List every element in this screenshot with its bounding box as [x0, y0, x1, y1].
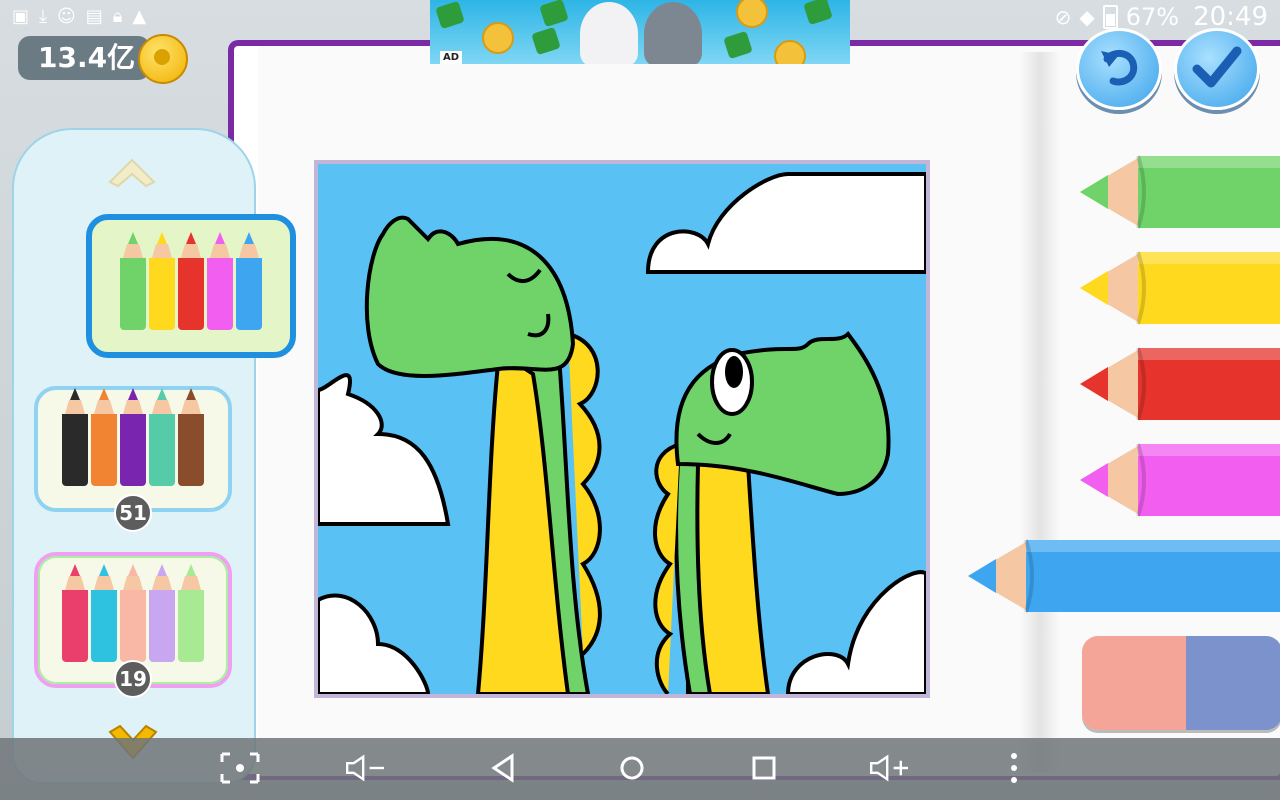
home-icon[interactable] — [608, 748, 656, 788]
check-icon — [1192, 46, 1242, 88]
eraser-button[interactable] — [1082, 636, 1280, 730]
coin-amount: 13.4亿 — [18, 36, 150, 80]
system-indicators: ⊘ ◆ 67% 20:49 — [1055, 2, 1268, 32]
ad-block-icon — [539, 0, 569, 28]
palette-pencil — [149, 562, 175, 662]
palette-pencil — [120, 562, 146, 662]
palette-pencil — [91, 562, 117, 662]
palette-pencil — [120, 386, 146, 486]
no-disturb-icon: ⊘ — [1054, 5, 1072, 29]
ad-tag: AD — [440, 51, 463, 64]
ad-coin-icon — [482, 22, 514, 54]
ad-block-icon — [803, 0, 833, 26]
ad-block-icon — [531, 26, 561, 56]
more-icon[interactable] — [990, 748, 1038, 788]
image-icon: ▣ — [12, 6, 30, 27]
back-icon[interactable] — [480, 748, 528, 788]
done-button[interactable] — [1174, 28, 1260, 110]
warning-icon: ▲ — [132, 6, 147, 27]
palette-set-basic[interactable] — [86, 214, 296, 358]
ad-block-icon — [435, 0, 465, 30]
app-icon: ☺ — [56, 6, 76, 27]
chevron-up-icon[interactable] — [106, 154, 158, 190]
recents-icon[interactable] — [740, 748, 788, 788]
clock: 20:49 — [1193, 2, 1268, 32]
palette-badge: 51 — [114, 494, 152, 532]
app-icon: ▤ — [85, 6, 103, 27]
book-spine — [1020, 52, 1060, 772]
palette-pencil — [120, 230, 146, 330]
pencil-pink[interactable] — [1078, 440, 1280, 518]
dinosaur-drawing — [318, 172, 926, 694]
pencil-blue[interactable] — [966, 536, 1280, 614]
undo-button[interactable] — [1076, 28, 1162, 110]
talking-angela-icon — [580, 2, 638, 64]
ad-banner[interactable]: AD — [430, 0, 850, 64]
palette-pencil — [149, 386, 175, 486]
coin-counter: 13.4亿 — [18, 34, 188, 84]
undo-icon — [1101, 50, 1138, 86]
coin-icon — [138, 34, 188, 84]
palette-pencil — [62, 562, 88, 662]
ad-block-icon — [723, 30, 753, 60]
pencil-red[interactable] — [1078, 344, 1280, 422]
ad-coin-icon — [736, 0, 768, 28]
navigation-bar — [0, 738, 1280, 800]
palette-pencil — [207, 230, 233, 330]
battery-percent: 67% — [1125, 3, 1180, 31]
wifi-icon: ◆ — [1079, 5, 1095, 29]
pencil-green[interactable] — [1078, 152, 1280, 230]
palette-pencil — [178, 386, 204, 486]
volume-down-icon[interactable] — [344, 748, 392, 788]
talking-tom-icon — [644, 2, 702, 64]
palette-badge: 19 — [114, 660, 152, 698]
ad-coin-icon — [774, 40, 806, 64]
palette-pencil — [62, 386, 88, 486]
palette-pencil — [91, 386, 117, 486]
lock-icon: 🔒︎ — [112, 6, 123, 27]
screenshot-icon[interactable] — [216, 748, 264, 788]
notification-icons: ▣ ⤓ ☺ ▤ 🔒︎ ▲ — [12, 6, 146, 28]
palette-pencil — [149, 230, 175, 330]
palette-pencil — [178, 230, 204, 330]
eraser-blue — [1186, 636, 1280, 730]
palette-pencil — [178, 562, 204, 662]
palette-pencil — [236, 230, 262, 330]
download-icon: ⤓ — [39, 6, 47, 27]
coloring-canvas[interactable] — [314, 160, 930, 698]
battery-icon — [1102, 5, 1118, 29]
pencil-yellow[interactable] — [1078, 248, 1280, 326]
eraser-pink — [1082, 636, 1186, 730]
volume-up-icon[interactable] — [868, 748, 916, 788]
